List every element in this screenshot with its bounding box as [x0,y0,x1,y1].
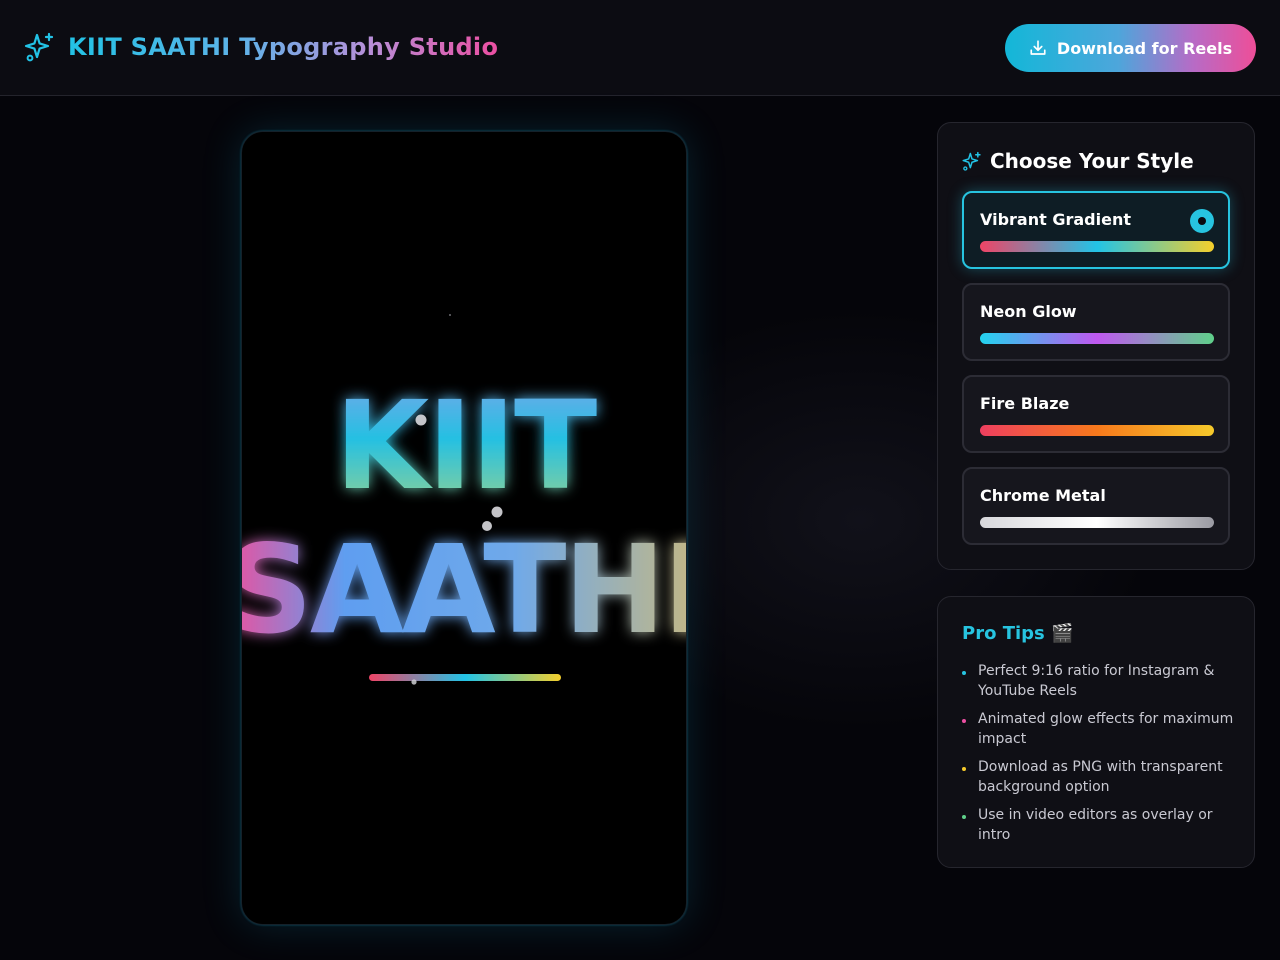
typography-stage: KIIT SAATHI [242,314,687,685]
sparkles-icon [24,32,54,62]
particle [449,314,451,316]
pro-tips-panel: Pro Tips 🎬 Perfect 9:16 ratio for Instag… [937,596,1255,868]
download-button[interactable]: Download for Reels [1005,24,1256,72]
style-swatch [980,241,1214,252]
particle [411,679,417,685]
download-button-label: Download for Reels [1056,38,1233,58]
tip-text: Use in video editors as overlay or intro [978,807,1213,843]
style-panel-title: Choose Your Style [962,147,1194,175]
style-panel-title-text: Choose Your Style [990,149,1194,173]
sparkles-icon [962,151,981,171]
style-option-vibrant-gradient[interactable]: Vibrant Gradient [962,191,1230,269]
app-header: KIIT SAATHI Typography Studio Download f… [0,0,1280,96]
style-swatch [980,425,1214,436]
list-item: Download as PNG with transparent backgro… [962,757,1234,797]
app-title: KIIT SAATHI Typography Studio [68,30,498,64]
reel-preview-canvas: KIIT SAATHI [241,131,687,925]
particle [491,506,503,518]
bullet-dot [962,671,966,675]
bullet-dot [962,767,966,771]
selected-radio-icon [1190,209,1214,233]
tip-text: Download as PNG with transparent backgro… [978,759,1223,795]
tip-text: Animated glow effects for maximum impact [978,711,1234,747]
list-item: Animated glow effects for maximum impact [962,709,1234,749]
style-option-label: Fire Blaze [980,394,1070,413]
download-icon [1030,40,1046,55]
list-item: Use in video editors as overlay or intro [962,805,1234,845]
style-swatch [980,517,1214,528]
style-panel: Choose Your Style Vibrant Gradient Neon … [937,122,1255,570]
particle [415,414,427,426]
preview-underline-bar [369,674,561,681]
style-option-fire-blaze[interactable]: Fire Blaze [962,375,1230,453]
bullet-dot [962,719,966,723]
preview-line-kiit: KIIT [335,375,597,517]
list-item: Perfect 9:16 ratio for Instagram & YouTu… [962,661,1234,701]
style-option-label: Neon Glow [980,302,1077,321]
style-option-label: Vibrant Gradient [980,210,1131,229]
style-option-label: Chrome Metal [980,486,1106,505]
pro-tips-title: Pro Tips 🎬 [962,623,1074,644]
preview-line-saathi: SAATHI [242,519,687,661]
brand: KIIT SAATHI Typography Studio [24,30,498,64]
style-option-neon-glow[interactable]: Neon Glow [962,283,1230,361]
tip-text: Perfect 9:16 ratio for Instagram & YouTu… [978,663,1215,699]
pro-tips-list: Perfect 9:16 ratio for Instagram & YouTu… [962,661,1234,853]
particle [482,521,492,531]
bullet-dot [962,815,966,819]
style-swatch [980,333,1214,344]
style-option-chrome-metal[interactable]: Chrome Metal [962,467,1230,545]
